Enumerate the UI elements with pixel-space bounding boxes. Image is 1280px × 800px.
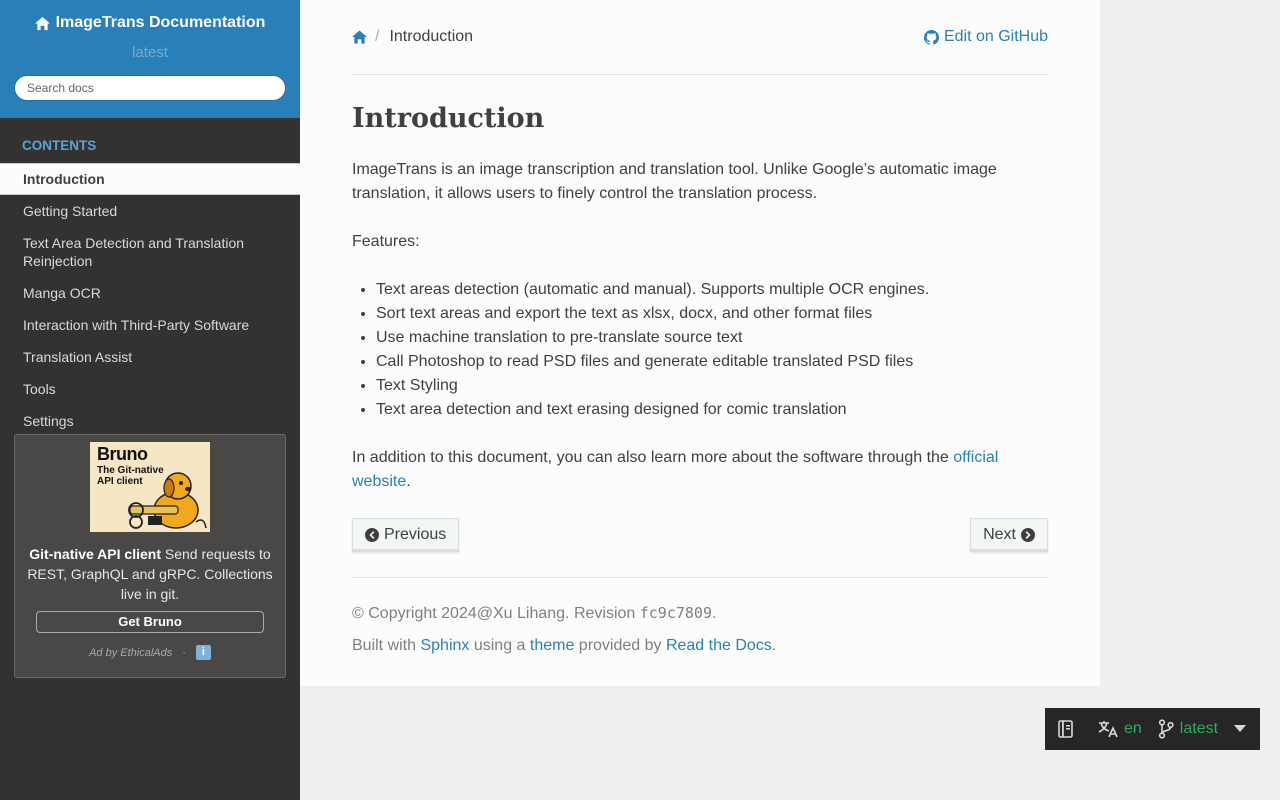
ad-headline: Git-native API client bbox=[29, 546, 161, 562]
built-with-text: Built with bbox=[352, 637, 421, 654]
addition-paragraph: In addition to this document, you can al… bbox=[352, 446, 1048, 494]
feature-item: Text area detection and text erasing des… bbox=[376, 398, 1048, 422]
toc-item-text-area-detection[interactable]: Text Area Detection and Translation Rein… bbox=[0, 227, 300, 277]
git-branch-icon bbox=[1158, 719, 1174, 739]
home-icon[interactable] bbox=[352, 30, 367, 44]
ad-separator: · bbox=[182, 646, 186, 659]
main-content: / Introduction Edit on GitHub Introducti… bbox=[300, 0, 1100, 686]
breadcrumb: / Introduction Edit on GitHub bbox=[352, 0, 1048, 75]
built-end: . bbox=[771, 637, 777, 654]
next-button[interactable]: Next bbox=[970, 518, 1048, 552]
sidebar: ImageTrans Documentation latest CONTENTS… bbox=[0, 0, 300, 800]
page-title: Introduction bbox=[352, 103, 545, 134]
book-icon bbox=[1058, 720, 1073, 738]
toc-item-tools[interactable]: Tools bbox=[0, 373, 300, 405]
get-bruno-button[interactable]: Get Bruno bbox=[36, 611, 264, 633]
contents-caption: CONTENTS bbox=[22, 138, 97, 153]
feature-item: Text Styling bbox=[376, 374, 1048, 398]
copyright-text: © Copyright 2024@Xu Lihang. Revision bbox=[352, 605, 640, 622]
revision-hash: fc9c7809 bbox=[639, 604, 712, 622]
feature-item: Sort text areas and export the text as x… bbox=[376, 302, 1048, 326]
translate-icon bbox=[1098, 721, 1118, 738]
toc-item-settings[interactable]: Settings bbox=[0, 405, 300, 437]
footer: © Copyright 2024@Xu Lihang. Revision fc9… bbox=[352, 604, 1048, 655]
toc-item-third-party[interactable]: Interaction with Third-Party Software bbox=[0, 309, 300, 341]
toc-item-introduction[interactable]: Introduction bbox=[0, 163, 300, 195]
toc-item-manga-ocr[interactable]: Manga OCR bbox=[0, 277, 300, 309]
version-flyout-label: latest bbox=[1179, 720, 1219, 737]
toc-item-getting-started[interactable]: Getting Started bbox=[0, 195, 300, 227]
project-title: ImageTrans Documentation bbox=[55, 14, 266, 31]
breadcrumb-separator: / bbox=[375, 28, 380, 45]
ad-text[interactable]: Git-native API client Send requests to R… bbox=[15, 532, 285, 604]
previous-button[interactable]: Previous bbox=[352, 518, 460, 552]
theme-link[interactable]: theme bbox=[530, 637, 574, 654]
sponsor-ad: Bruno The Git-native API client Git-nati… bbox=[14, 434, 286, 678]
info-icon[interactable]: i bbox=[195, 645, 211, 660]
addition-end: . bbox=[406, 473, 411, 490]
previous-label: Previous bbox=[384, 526, 447, 543]
version-label: latest bbox=[132, 43, 168, 61]
built-with-line: Built with Sphinx using a theme provided… bbox=[352, 637, 1048, 655]
project-home-link[interactable]: ImageTrans Documentation bbox=[34, 14, 266, 32]
pager: Previous Next bbox=[352, 518, 1048, 578]
version-selector[interactable]: latest bbox=[1158, 719, 1218, 739]
read-the-docs-link[interactable]: Read the Docs bbox=[666, 637, 772, 654]
ad-image-brand: Bruno bbox=[97, 444, 148, 464]
copyright-end: . bbox=[712, 605, 717, 622]
language-label: en bbox=[1124, 720, 1142, 737]
arrow-circle-left-icon bbox=[365, 528, 379, 542]
sidebar-header: ImageTrans Documentation latest bbox=[0, 0, 300, 118]
ad-by-label[interactable]: Ad by EthicalAds bbox=[89, 647, 172, 659]
breadcrumb-current: Introduction bbox=[389, 28, 474, 45]
edit-on-github-label: Edit on GitHub bbox=[943, 28, 1048, 45]
features-list: Text areas detection (automatic and manu… bbox=[376, 278, 1048, 422]
caret-down-icon[interactable] bbox=[1234, 725, 1246, 733]
toc-item-translation-assist[interactable]: Translation Assist bbox=[0, 341, 300, 373]
home-icon bbox=[34, 16, 50, 30]
using-a-text: using a bbox=[469, 637, 530, 654]
addition-text: In addition to this document, you can al… bbox=[352, 449, 954, 466]
intro-paragraph: ImageTrans is an image transcription and… bbox=[352, 161, 997, 202]
toc-list: Introduction Getting Started Text Area D… bbox=[0, 163, 300, 437]
search-input[interactable] bbox=[14, 74, 286, 101]
arrow-circle-right-icon bbox=[1021, 528, 1035, 542]
next-label: Next bbox=[983, 526, 1016, 543]
github-icon bbox=[923, 29, 939, 45]
language-selector[interactable]: en bbox=[1098, 720, 1142, 738]
feature-item: Call Photoshop to read PSD files and gen… bbox=[376, 350, 1048, 374]
ad-image[interactable]: Bruno The Git-native API client bbox=[90, 442, 210, 532]
feature-item: Use machine translation to pre-translate… bbox=[376, 326, 1048, 350]
features-label: Features: bbox=[352, 233, 420, 250]
provided-by-text: provided by bbox=[574, 637, 666, 654]
dog-mascot-icon bbox=[128, 472, 207, 529]
feature-item: Text areas detection (automatic and manu… bbox=[376, 278, 1048, 302]
version-flyout[interactable]: en latest bbox=[1045, 708, 1260, 750]
copyright-line: © Copyright 2024@Xu Lihang. Revision fc9… bbox=[352, 604, 1048, 623]
edit-on-github-link[interactable]: Edit on GitHub bbox=[923, 28, 1048, 46]
sphinx-link[interactable]: Sphinx bbox=[420, 637, 469, 654]
ad-attribution: Ad by EthicalAds · i bbox=[15, 645, 285, 660]
